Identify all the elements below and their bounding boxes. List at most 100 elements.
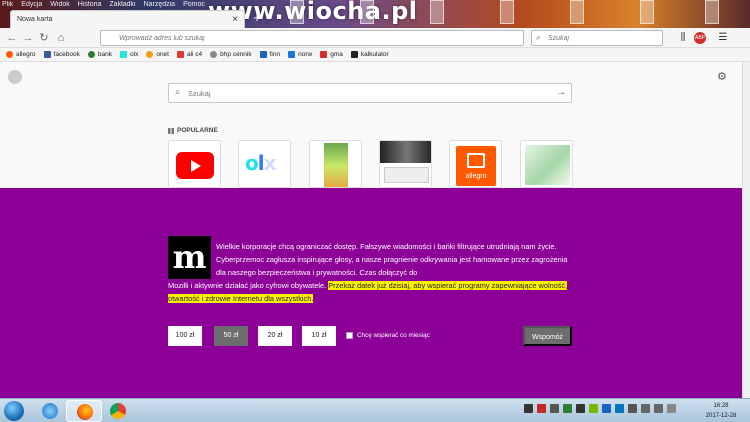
donation-message-tail: Mozilli i aktywnie działać jako cyfrowi … xyxy=(168,281,327,290)
url-bar[interactable] xyxy=(100,30,524,46)
menu-tools[interactable]: Narzędzia xyxy=(144,0,176,9)
tile-shop-site[interactable] xyxy=(520,140,573,188)
desktop-icon xyxy=(705,0,719,24)
tile-olx[interactable]: olx xyxy=(238,140,291,188)
forward-arrow-icon[interactable]: → xyxy=(21,31,35,45)
amount-20-button[interactable]: 20 zł xyxy=(258,326,292,346)
amount-10-button[interactable]: 10 zł xyxy=(302,326,336,346)
tile-game-site[interactable] xyxy=(309,140,362,188)
tray-icon[interactable] xyxy=(563,404,572,413)
donation-message: Wielkie korporacje chcą ograniczać dostę… xyxy=(216,242,568,277)
olx-icon xyxy=(120,51,128,58)
tile-allegro[interactable]: allegro xyxy=(449,140,502,188)
monthly-option[interactable]: Chcę wspierać co miesiąc xyxy=(346,332,430,339)
browser-tab[interactable]: Nowa karta × xyxy=(10,10,245,28)
back-arrow-icon[interactable]: ← xyxy=(5,31,19,45)
tray-icon[interactable] xyxy=(550,404,559,413)
bookmark-norw[interactable]: norw xyxy=(288,51,312,58)
monthly-checkbox[interactable] xyxy=(346,332,353,339)
taskbar-ie[interactable] xyxy=(32,400,68,422)
tray-icon[interactable] xyxy=(615,404,624,413)
aliexpress-icon xyxy=(176,51,184,58)
desktop-icon xyxy=(640,0,654,24)
allegro-tile-label: allegro xyxy=(465,173,487,180)
menu-file[interactable]: Plik xyxy=(2,0,13,9)
search-bar[interactable]: ⌕ xyxy=(531,30,663,46)
tray-icon[interactable] xyxy=(537,404,546,413)
taskbar-chrome[interactable] xyxy=(100,400,136,422)
donation-banner: m Wielkie korporacje chcą ograniczać dos… xyxy=(0,188,742,398)
donate-button[interactable]: Wspomóż xyxy=(523,326,572,346)
new-tab-page: ⚙ ⌕ → POPULARNE olx allegro xyxy=(0,62,742,188)
onet-icon xyxy=(146,51,154,58)
bookmarks-bar: allegro facebook bank olx onet ali c4 bh… xyxy=(0,48,750,62)
clock-date: 2017-12-28 xyxy=(705,413,737,419)
monthly-label: Chcę wspierać co miesiąc xyxy=(357,332,430,339)
reload-icon[interactable]: ↻ xyxy=(37,31,51,45)
bookmark-facebook[interactable]: facebook xyxy=(43,51,80,58)
tray-icon[interactable] xyxy=(576,404,585,413)
windows-start-icon[interactable] xyxy=(4,401,24,421)
newtab-search-input[interactable] xyxy=(188,88,571,98)
tray-icon[interactable] xyxy=(524,404,533,413)
scrollbar[interactable] xyxy=(742,62,750,398)
thumbnail-image xyxy=(525,145,570,185)
tile-video-site[interactable] xyxy=(379,140,432,188)
close-icon[interactable]: × xyxy=(232,14,238,25)
bookmark-finn[interactable]: finn xyxy=(259,51,280,58)
volume-icon[interactable] xyxy=(654,404,663,413)
bookmark-ali[interactable]: ali c4 xyxy=(176,51,202,58)
amount-100-button[interactable]: 100 zł xyxy=(168,326,202,346)
menu-view[interactable]: Widok xyxy=(50,0,69,9)
bank-icon xyxy=(87,51,95,58)
ie-icon xyxy=(42,403,58,419)
menu-history[interactable]: Historia xyxy=(78,0,102,9)
tray-icon[interactable] xyxy=(628,404,637,413)
tray-icon[interactable] xyxy=(589,404,598,413)
allegro-bag-icon: allegro xyxy=(456,146,496,186)
bookmark-bank[interactable]: bank xyxy=(87,51,112,58)
search-input[interactable] xyxy=(548,34,662,42)
url-input[interactable] xyxy=(119,34,523,42)
gmail-icon xyxy=(320,51,328,58)
flag-icon[interactable] xyxy=(667,404,676,413)
bookmark-gmail[interactable]: gma xyxy=(320,51,343,58)
search-icon: ⌕ xyxy=(536,32,542,42)
menu-help[interactable]: Pomoc xyxy=(183,0,205,9)
taskbar-firefox[interactable] xyxy=(66,400,102,422)
bookmark-kalkulator[interactable]: kalkulator xyxy=(350,51,389,58)
thumbnail-image xyxy=(324,143,348,187)
adblock-icon[interactable]: ABP xyxy=(694,32,706,44)
arrow-right-icon[interactable]: → xyxy=(556,87,566,98)
clock-time: 16:28 xyxy=(713,403,729,409)
tray-icon[interactable] xyxy=(602,404,611,413)
newtab-search-box[interactable]: ⌕ → xyxy=(168,83,572,103)
bookmark-bhp[interactable]: bhp cennik xyxy=(210,51,252,58)
desktop-icon xyxy=(570,0,584,24)
donation-message-continued: Mozilli i aktywnie działać jako cyfrowi … xyxy=(168,279,572,305)
menu-edit[interactable]: Edycja xyxy=(21,0,42,9)
gear-icon[interactable]: ⚙ xyxy=(717,70,727,83)
network-icon[interactable] xyxy=(641,404,650,413)
search-icon: ⌕ xyxy=(175,87,181,98)
bookmark-onet[interactable]: onet xyxy=(146,51,169,58)
olx-logo-icon: olx xyxy=(245,151,277,175)
tile-youtube[interactable] xyxy=(168,140,221,188)
library-icon[interactable]: ⫼ xyxy=(677,32,689,44)
firefox-logo-icon xyxy=(8,70,22,84)
taskbar-clock[interactable]: 16:28 2017-12-28 xyxy=(700,401,742,421)
new-tab-button[interactable]: + xyxy=(250,10,264,26)
bookmark-allegro[interactable]: allegro xyxy=(6,51,36,58)
bookmark-olx[interactable]: olx xyxy=(120,51,138,58)
menu-icon[interactable]: ☰ xyxy=(717,32,729,44)
thumbnail-image xyxy=(380,141,431,163)
chrome-icon xyxy=(110,403,126,419)
firefox-icon xyxy=(77,404,93,420)
desktop-icon xyxy=(430,0,444,24)
finn-icon xyxy=(259,51,267,58)
calculator-icon xyxy=(350,51,358,58)
amount-50-button[interactable]: 50 zł xyxy=(214,326,248,346)
menu-bookmarks[interactable]: Zakładki xyxy=(109,0,135,9)
thumbnail-image xyxy=(384,167,429,183)
home-icon[interactable]: ⌂ xyxy=(54,31,68,45)
